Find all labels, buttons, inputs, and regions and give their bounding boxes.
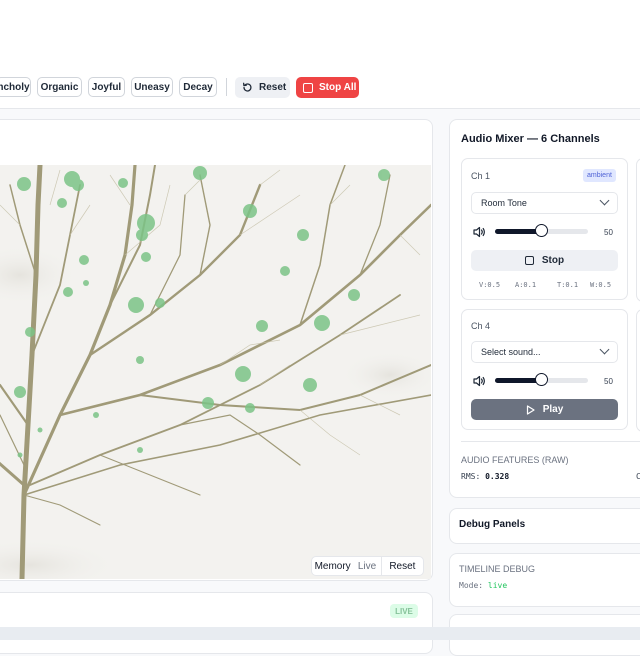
reset-button[interactable]: Reset <box>235 77 290 98</box>
audio-features-label: AUDIO FEATURES (RAW) <box>461 455 569 465</box>
view-mode-toggle: Memory Live Reset <box>311 556 424 576</box>
mode-value: live <box>487 581 508 590</box>
param-arousal: A:0.1 <box>515 281 537 289</box>
chevron-down-icon <box>599 195 610 206</box>
channel-4-sound-select[interactable]: Select sound... <box>471 341 618 363</box>
channel-4-play-button[interactable]: Play <box>471 399 618 420</box>
param-warmth: W:0.5 <box>590 281 612 289</box>
channel-4-label: Ch 4 <box>471 321 491 331</box>
channel-1-volume-slider[interactable] <box>495 224 588 237</box>
stop-all-button[interactable]: Stop All <box>296 77 359 98</box>
tree-visualizer-canvas[interactable] <box>0 165 431 579</box>
timeline-mode-readout: Mode: live <box>459 581 507 590</box>
channel-1-volume-knob[interactable] <box>534 224 548 237</box>
channel-1-sound-select[interactable]: Room Tone <box>471 192 618 214</box>
memory-mode-tab[interactable]: Memory <box>312 557 353 575</box>
clipped-feature-label: C <box>636 472 640 481</box>
live-mode-tab[interactable]: Live <box>353 557 381 575</box>
channel-1-volume-value: 50 <box>604 228 613 237</box>
param-tension: T:0.1 <box>557 281 579 289</box>
channel-card-2-edge <box>636 158 640 302</box>
mixer-title: Audio Mixer — 6 Channels <box>461 133 600 145</box>
mood-chip-melancholy[interactable]: ncholy <box>0 77 31 97</box>
stop-square-icon <box>524 256 534 265</box>
rms-label: RMS: <box>461 472 481 481</box>
stop-square-icon <box>303 82 313 93</box>
debug-panels-title: Debug Panels <box>459 519 526 530</box>
param-valence: V:0.5 <box>479 281 501 289</box>
channel-1-label: Ch 1 <box>471 171 491 181</box>
mood-chip-organic[interactable]: Organic <box>37 77 82 97</box>
stop-all-label: Stop All <box>319 82 357 93</box>
channel-4-play-label: Play <box>542 404 564 415</box>
toolbar-divider <box>226 78 227 96</box>
channel-1-stop-button[interactable]: Stop <box>471 250 618 271</box>
channel-4-volume-knob[interactable] <box>534 373 548 386</box>
tree-illustration <box>0 165 431 579</box>
timeline-debug-label: TIMELINE DEBUG <box>459 564 536 574</box>
chevron-down-icon <box>599 344 610 355</box>
mode-label: Mode: <box>459 581 484 590</box>
channel-4-sound-placeholder: Select sound... <box>481 347 541 357</box>
timeline-debug-card <box>449 553 640 607</box>
mood-chip-decay[interactable]: Decay <box>179 77 217 97</box>
reset-button-label: Reset <box>259 82 287 93</box>
live-panel-card <box>0 592 433 654</box>
bottom-scroll-bar[interactable] <box>0 627 640 640</box>
mood-chip-uneasy[interactable]: Uneasy <box>131 77 173 97</box>
volume-icon <box>473 226 485 238</box>
play-icon <box>526 404 535 415</box>
channel-4-volume-slider[interactable] <box>495 373 588 386</box>
channel-1-sound-value: Room Tone <box>481 198 527 208</box>
ambient-badge: ambient <box>583 169 616 182</box>
rms-readout: RMS: 0.328 <box>461 472 509 481</box>
channel-4-volume-value: 50 <box>604 377 613 386</box>
channel-card-5-edge <box>636 309 640 432</box>
reset-icon <box>243 82 252 92</box>
volume-icon <box>473 375 485 387</box>
top-header <box>0 0 640 69</box>
mood-chip-joyful[interactable]: Joyful <box>88 77 125 97</box>
live-badge: LIVE <box>390 604 418 618</box>
mixer-divider <box>461 441 640 442</box>
rms-value: 0.328 <box>485 472 510 481</box>
visualizer-reset-button[interactable]: Reset <box>380 557 423 575</box>
channel-1-stop-label: Stop <box>541 255 565 266</box>
